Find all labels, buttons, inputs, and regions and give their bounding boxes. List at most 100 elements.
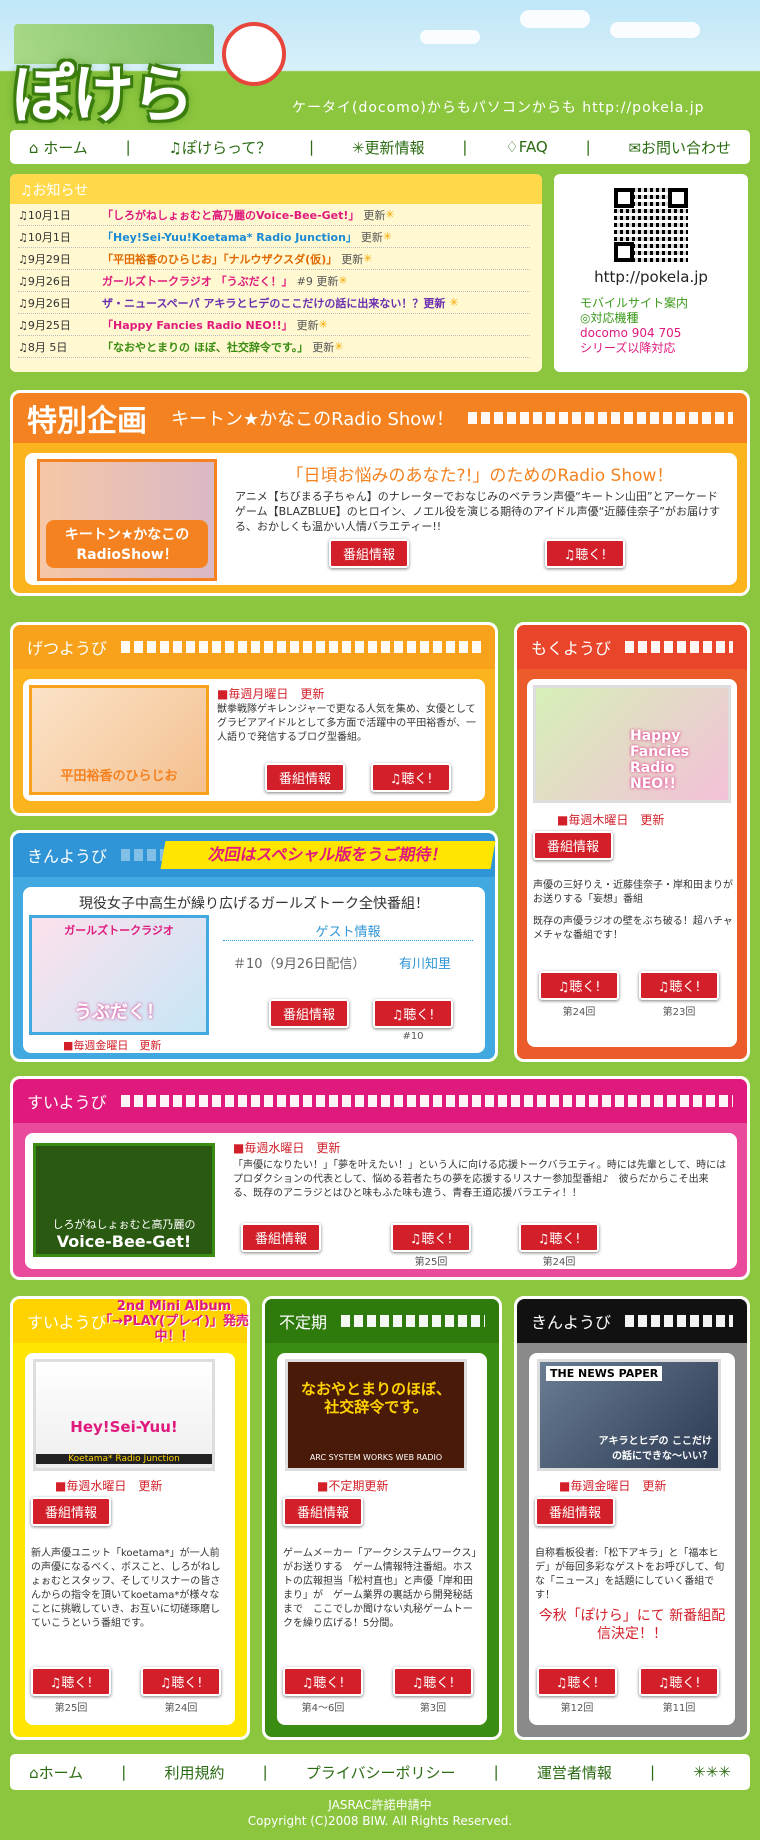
friday-listen-button[interactable]: ♫聴く! [373, 999, 453, 1028]
friday2-thumbnail[interactable]: THE NEWS PAPER アキラとヒデの ここだけの話にできな〜いい？ [537, 1359, 721, 1471]
wed2-update: ■毎週水曜日 更新 [55, 1479, 163, 1493]
news-suffix: 更新 [341, 252, 364, 266]
wednesday-thumbnail[interactable]: しろがねしょぉむと高乃麗の Voice-Bee-Get! [33, 1143, 215, 1257]
news-item[interactable]: ♫9月26日 ガールズトークラジオ 「うぶだく！」 #9 更新 ✳ [18, 270, 530, 292]
monday-thumbnail[interactable]: 平田裕香のひらじお [29, 685, 209, 795]
friday-inner: 現役女子中高生が繰り広げるガールズトーク全快番組！ ガールズトークラジオ うぶだ… [23, 887, 485, 1053]
friday2-info-button[interactable]: 番組情報 [535, 1497, 615, 1526]
wed2-info-button[interactable]: 番組情報 [31, 1497, 111, 1526]
thursday-thumbnail[interactable]: Happy Fancies Radio NEO!! [533, 685, 731, 803]
nav-faq[interactable]: ♢FAQ [505, 138, 548, 156]
thursday-bar: もくようび [517, 625, 747, 669]
friday-section: きんようび 次回はスペシャル版をうご期待！ 現役女子中高生が繰り広げるガールズト… [10, 830, 498, 1062]
wednesday-inner: しろがねしょぉむと高乃麗の Voice-Bee-Get! ■毎週水曜日 更新 「… [25, 1133, 737, 1269]
news-item[interactable]: ♫8月 5日 「なおやとまりの ほぼ、社交辞令です。」 更新 ✳ [18, 336, 530, 358]
friday-guest-name: 有川知里 [399, 957, 452, 972]
wednesday-info-button[interactable]: 番組情報 [241, 1223, 321, 1252]
news-link[interactable]: ガールズトークラジオ 「うぶだく！」 [102, 273, 293, 289]
news-link[interactable]: 「しろがねしょぉむと高乃麗のVoice-Bee-Get!」 [102, 207, 359, 223]
footer-privacy[interactable]: プライバシーポリシー [306, 1762, 456, 1783]
wednesday-listen-button-1[interactable]: ♫聴く! [391, 1223, 471, 1252]
news-item[interactable]: ♫9月29日 「平田裕香のひらじお」「ナルウザクスダ(仮)」 更新 ✳ [18, 248, 530, 270]
thursday-cap-1: 第24回 [562, 1007, 596, 1018]
special-inner: キートン★かなこの RadioShow！ 「日頃お悩みのあなた?!」のためのRa… [25, 453, 737, 585]
thursday-listen-button-2[interactable]: ♫聴く! [639, 971, 719, 1000]
special-label: 特別企画 [27, 404, 147, 439]
sparkle-icon: ✳✳✳ [693, 1763, 731, 1781]
news-link[interactable]: ザ・ニュースペーパ アキラとヒデのここだけの話に出来ない！？更新 [102, 295, 445, 311]
special-thumbnail[interactable]: キートン★かなこの RadioShow！ [37, 459, 217, 581]
mobile-line: ◎対応機種 [580, 311, 639, 325]
wed2-listen-button-2[interactable]: ♫聴く! [141, 1667, 221, 1696]
cloud [520, 10, 590, 28]
mobile-url[interactable]: http://pokela.jp [554, 268, 748, 286]
special-section: 特別企画 キートン★かなこのRadio Show！ キートン★かなこの Radi… [10, 390, 750, 596]
wed2-section: すいようび 2nd Mini Album「→PLAY(プレイ)」発売中！！ He… [10, 1296, 250, 1740]
friday-info-button[interactable]: 番組情報 [269, 999, 349, 1028]
irregular-thumbnail[interactable]: なおやとまりのほぼ、社交辞令です。 ARC SYSTEM WORKS WEB R… [285, 1359, 467, 1471]
news-suffix: #9 更新 [296, 274, 339, 288]
thursday-inner: Happy Fancies Radio NEO!! ■毎週木曜日 更新 番組情報… [527, 679, 737, 1047]
news-item[interactable]: ♫10月1日 「しろがねしょぉむと高乃麗のVoice-Bee-Get!」 更新 ✳ [18, 204, 530, 226]
news-date: ♫10月1日 [18, 230, 71, 244]
irregular-section: 不定期 なおやとまりのほぼ、社交辞令です。 ARC SYSTEM WORKS W… [262, 1296, 502, 1740]
nav-updates[interactable]: ✳更新情報 [352, 137, 425, 158]
news-item[interactable]: ♫9月25日 「Happy Fancies Radio NEO!!」 更新 ✳ [18, 314, 530, 336]
news-date: ♫9月26日 [18, 274, 71, 288]
footer-home[interactable]: ⌂ホーム [29, 1762, 83, 1783]
news-item[interactable]: ♫9月26日 ザ・ニュースペーパ アキラとヒデのここだけの話に出来ない！？更新 ✳ [18, 292, 530, 314]
site-logo[interactable]: ぽけら [12, 44, 194, 134]
jasrac-note: JASRAC許諾申請中 [328, 1798, 432, 1812]
irregular-listen-button-1[interactable]: ♫聴く! [283, 1667, 363, 1696]
irregular-listen-button-2[interactable]: ♫聴く! [393, 1667, 473, 1696]
news-header: ♫お知らせ [10, 174, 542, 204]
footer-operator[interactable]: 運営者情報 [537, 1762, 612, 1783]
wed2-inner: Hey!Sei-Yuu! Koetama* Radio Junction ■毎週… [25, 1353, 235, 1725]
wednesday-listen-button-2[interactable]: ♫聴く! [519, 1223, 599, 1252]
news-link[interactable]: 「Hey!Sei-Yuu!Koetama* Radio Junction」 [102, 229, 357, 245]
nav-home[interactable]: ⌂ ホーム [29, 137, 88, 158]
nav-contact[interactable]: ✉お問い合わせ [628, 137, 731, 158]
friday-cap: #10 [402, 1031, 424, 1042]
news-link[interactable]: 「なおやとまりの ほぼ、社交辞令です。」 [102, 339, 308, 355]
friday2-listen-button-1[interactable]: ♫聴く! [537, 1667, 617, 1696]
friday2-listen-button-2[interactable]: ♫聴く! [639, 1667, 719, 1696]
special-listen-button[interactable]: ♫聴く! [545, 539, 625, 568]
thursday-section: もくようび Happy Fancies Radio NEO!! ■毎週木曜日 更… [514, 622, 750, 1062]
friday2-notice: 今秋「ぽけら」にて 新番組配信決定！！ [538, 1608, 726, 1642]
friday2-inner: THE NEWS PAPER アキラとヒデの ここだけの話にできな〜いい？ ■毎… [529, 1353, 735, 1725]
monday-listen-button[interactable]: ♫聴く! [371, 763, 451, 792]
special-info-button[interactable]: 番組情報 [329, 539, 409, 568]
wed2-desc: 新人声優ユニット「koetama*」が一人前の声優になるべく、ボスこと、しろがね… [31, 1548, 221, 1629]
wednesday-bar: すいようび [13, 1079, 747, 1123]
mobile-panel: http://pokela.jp モバイルサイト案内 ◎対応機種 docomo … [554, 174, 748, 372]
news-suffix: 更新 [312, 340, 335, 354]
wed2-cap-2: 第24回 [164, 1703, 198, 1714]
wednesday-cap-1: 第25回 [414, 1257, 448, 1268]
thursday-desc2: 既存の声優ラジオの壁をぶち破る！超ハチャメチャな番組です！ [533, 916, 733, 941]
wed2-thumbnail[interactable]: Hey!Sei-Yuu! Koetama* Radio Junction [33, 1359, 215, 1471]
thursday-listen-button-1[interactable]: ♫聴く! [539, 971, 619, 1000]
friday2-day: きんようび [531, 1313, 612, 1332]
news-item[interactable]: ♫10月1日 「Hey!Sei-Yuu!Koetama* Radio Juncti… [18, 226, 530, 248]
friday-thumbnail[interactable]: ガールズトークラジオ うぶだく！ [29, 915, 209, 1035]
qr-code-icon [614, 188, 688, 262]
footer-terms[interactable]: 利用規約 [164, 1762, 224, 1783]
cloud [610, 22, 700, 38]
wednesday-desc: 「声優になりたい！」「夢を叶えたい！」という人に向ける応援トークバラエティ。時に… [233, 1160, 727, 1199]
thursday-info-button[interactable]: 番組情報 [533, 831, 613, 860]
monday-info-button[interactable]: 番組情報 [265, 763, 345, 792]
wednesday-cap-2: 第24回 [542, 1257, 576, 1268]
irregular-info-button[interactable]: 番組情報 [283, 1497, 363, 1526]
cloud [420, 30, 480, 44]
ferris-wheel-icon [222, 22, 286, 86]
wed2-album: 2nd Mini Album「→PLAY(プレイ)」発売中！！ [99, 1299, 249, 1344]
main-nav: ⌂ ホーム | ♫ぽけらって？ | ✳更新情報 | ♢FAQ | ✉お問い合わせ [10, 130, 750, 164]
friday2-desc: 自称看板役者:「松下アキラ」と「福本ヒデ」が毎回多彩なゲストをお呼びして、旬な「… [535, 1548, 725, 1601]
news-link[interactable]: 「Happy Fancies Radio NEO!!」 [102, 317, 293, 333]
news-link[interactable]: 「平田裕香のひらじお」「ナルウザクスダ(仮)」 [102, 251, 337, 267]
sparkle-icon: ✳ [363, 252, 373, 265]
wed2-listen-button-1[interactable]: ♫聴く! [31, 1667, 111, 1696]
sparkle-icon: ✳ [338, 274, 348, 287]
nav-about[interactable]: ♫ぽけらって？ [168, 137, 271, 158]
